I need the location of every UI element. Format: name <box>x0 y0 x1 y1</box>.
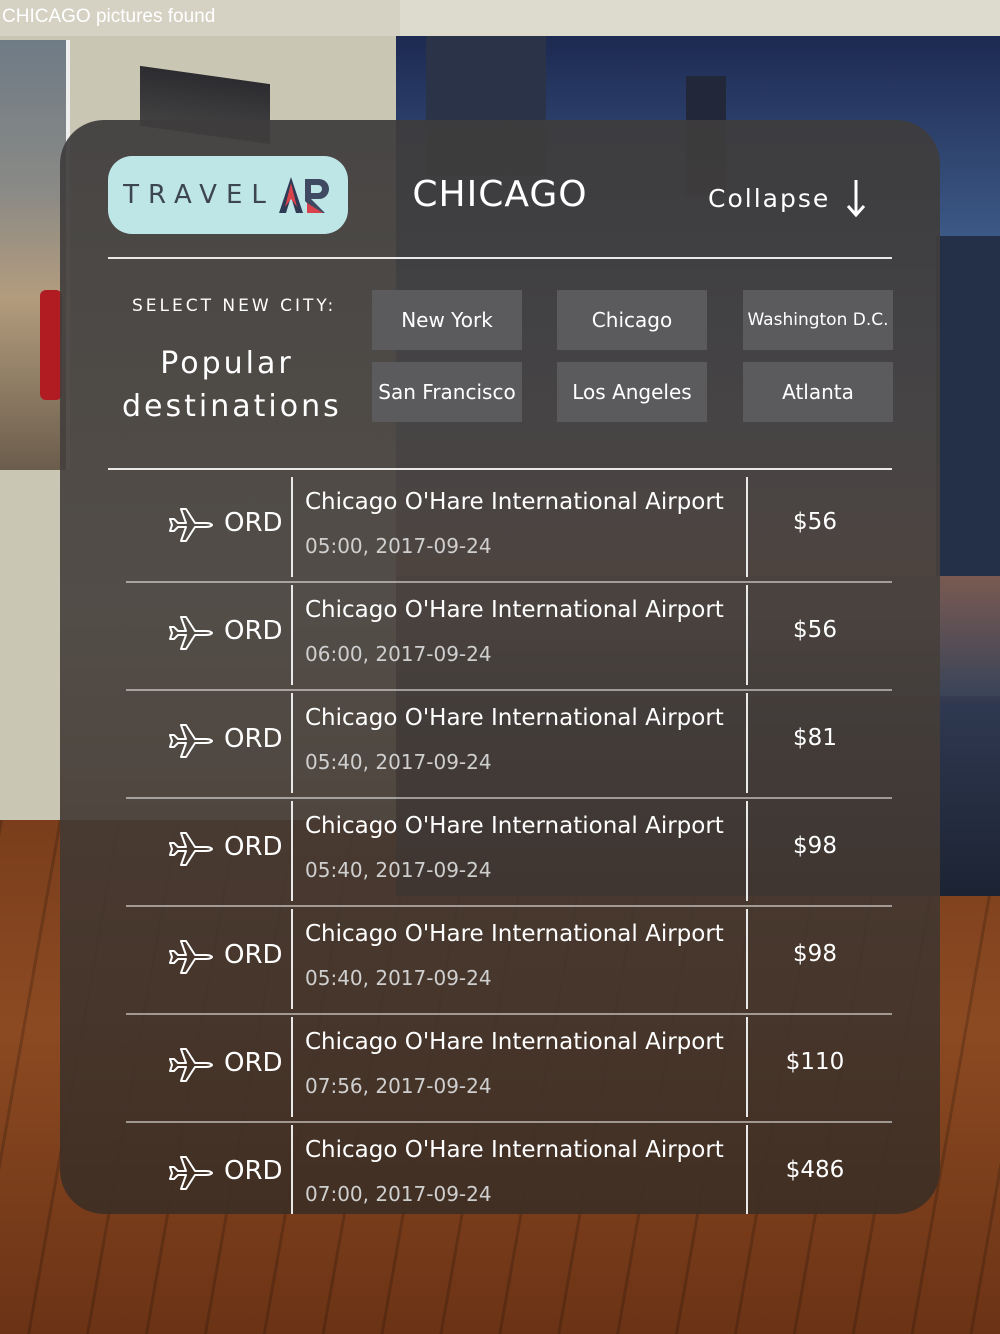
flight-list: ORD Chicago O'Hare International Airport… <box>126 475 892 1214</box>
departure-datetime: 07:56, 2017-09-24 <box>305 1074 492 1098</box>
airport-code: ORD <box>224 940 283 970</box>
flight-price: $110 <box>785 1049 845 1075</box>
departure-datetime: 05:40, 2017-09-24 <box>305 966 492 990</box>
departure-datetime: 06:00, 2017-09-24 <box>305 642 492 666</box>
airport-name: Chicago O'Hare International Airport <box>305 705 724 731</box>
departure-datetime: 05:00, 2017-09-24 <box>305 534 492 558</box>
airplane-icon <box>169 724 213 758</box>
city-button-chicago[interactable]: Chicago <box>557 290 707 350</box>
collapse-label: Collapse <box>708 183 831 213</box>
flight-price: $81 <box>793 725 837 751</box>
airport-name: Chicago O'Hare International Airport <box>305 597 724 623</box>
travel-panel: TRAVEL CHICAGO Collapse SELECT NEW CITY:… <box>60 120 940 1214</box>
airplane-icon <box>169 1048 213 1082</box>
airplane-icon <box>169 616 213 650</box>
flight-row[interactable]: ORD Chicago O'Hare International Airport… <box>126 1015 892 1123</box>
airport-code: ORD <box>224 724 283 754</box>
city-button-atlanta[interactable]: Atlanta <box>743 362 893 422</box>
departure-datetime: 05:40, 2017-09-24 <box>305 750 492 774</box>
airport-code: ORD <box>224 616 283 646</box>
airplane-icon <box>169 1156 213 1190</box>
header-divider <box>108 257 892 259</box>
flight-row[interactable]: ORD Chicago O'Hare International Airport… <box>126 475 892 583</box>
flight-row[interactable]: ORD Chicago O'Hare International Airport… <box>126 583 892 691</box>
flight-price: $98 <box>793 833 837 859</box>
airport-name: Chicago O'Hare International Airport <box>305 921 724 947</box>
flight-price: $56 <box>793 617 837 643</box>
airport-code: ORD <box>224 1156 283 1186</box>
airport-name: Chicago O'Hare International Airport <box>305 1137 724 1163</box>
flight-row[interactable]: ORD Chicago O'Hare International Airport… <box>126 691 892 799</box>
airport-code: ORD <box>224 832 283 862</box>
airplane-icon <box>169 940 213 974</box>
city-button-new-york[interactable]: New York <box>372 290 522 350</box>
airplane-icon <box>169 508 213 542</box>
airport-code: ORD <box>224 1048 283 1078</box>
arrow-down-icon <box>847 180 866 218</box>
airport-name: Chicago O'Hare International Airport <box>305 489 724 515</box>
flight-price: $56 <box>793 509 837 535</box>
select-city-label: SELECT NEW CITY: <box>132 296 337 316</box>
airplane-icon <box>169 832 213 866</box>
airport-name: Chicago O'Hare International Airport <box>305 1029 724 1055</box>
status-message: CHICAGO pictures found <box>2 6 216 27</box>
selector-divider <box>108 468 892 470</box>
logo-text: TRAVEL <box>123 180 275 210</box>
departure-datetime: 07:00, 2017-09-24 <box>305 1182 492 1206</box>
collapse-button[interactable]: Collapse <box>708 176 908 220</box>
airport-name: Chicago O'Hare International Airport <box>305 813 724 839</box>
flight-row[interactable]: ORD Chicago O'Hare International Airport… <box>126 907 892 1015</box>
city-button-los-angeles[interactable]: Los Angeles <box>557 362 707 422</box>
flight-price: $98 <box>793 941 837 967</box>
current-city-title: CHICAGO <box>412 174 588 215</box>
ar-logo-mark-icon <box>277 175 333 215</box>
flight-price: $486 <box>785 1157 845 1183</box>
city-button-san-francisco[interactable]: San Francisco <box>372 362 522 422</box>
popular-destinations-heading: Popular destinations <box>122 346 342 424</box>
travelar-logo: TRAVEL <box>108 156 348 234</box>
city-button-washington-dc[interactable]: Washington D.C. <box>743 290 893 350</box>
status-bar: CHICAGO pictures found <box>0 0 1000 36</box>
flight-row[interactable]: ORD Chicago O'Hare International Airport… <box>126 1123 892 1214</box>
departure-datetime: 05:40, 2017-09-24 <box>305 858 492 882</box>
airport-code: ORD <box>224 508 283 538</box>
flight-row[interactable]: ORD Chicago O'Hare International Airport… <box>126 799 892 907</box>
